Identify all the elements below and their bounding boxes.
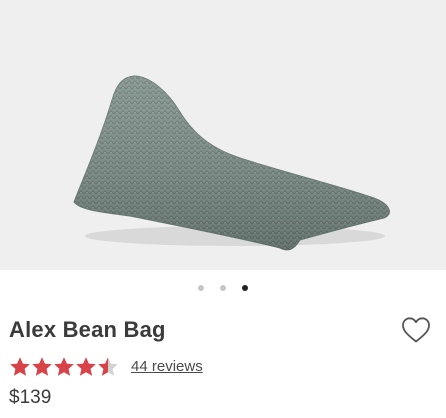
star-icon bbox=[76, 356, 96, 376]
star-icon bbox=[54, 356, 74, 376]
product-card[interactable]: Alex Bean Bag 44 reviews $139 bbox=[0, 0, 446, 418]
product-price: $139 bbox=[9, 387, 52, 408]
rating-row: 44 reviews bbox=[9, 355, 203, 377]
favorite-button[interactable] bbox=[401, 316, 431, 344]
carousel-dot-1[interactable] bbox=[198, 285, 204, 291]
carousel-dot-2[interactable] bbox=[220, 285, 226, 291]
product-image[interactable] bbox=[0, 0, 446, 270]
heart-outline-icon bbox=[402, 317, 430, 343]
bean-bag-illustration bbox=[73, 75, 390, 251]
carousel-dots bbox=[0, 282, 446, 294]
star-icon bbox=[32, 356, 52, 376]
star-icon bbox=[98, 356, 118, 376]
star-icon bbox=[10, 356, 30, 376]
star-rating bbox=[9, 356, 119, 377]
reviews-link[interactable]: 44 reviews bbox=[131, 358, 203, 375]
carousel-dot-3[interactable] bbox=[242, 285, 248, 291]
product-title[interactable]: Alex Bean Bag bbox=[9, 317, 166, 343]
